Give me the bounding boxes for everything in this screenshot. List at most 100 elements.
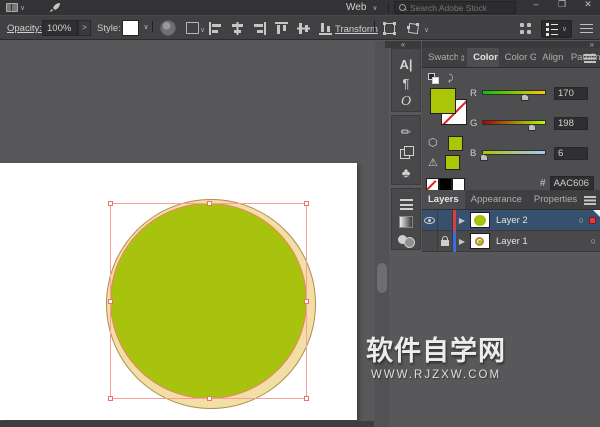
selection-indicator[interactable] [589, 217, 596, 224]
green-slider-thumb[interactable] [528, 124, 536, 131]
selection-handle-nw[interactable] [108, 201, 113, 206]
panel-menu-icon[interactable] [584, 54, 596, 63]
layer-row-layer2[interactable]: ▶ Layer 2 ○ [422, 210, 600, 231]
collapse-panel-dock-button[interactable]: » [422, 41, 600, 48]
selection-handle-sw[interactable] [108, 396, 113, 401]
paragraph-panel-icon[interactable]: ¶ [395, 74, 417, 93]
tab-appearance[interactable]: Appearance [465, 190, 528, 209]
style-swatch[interactable] [122, 20, 139, 36]
selection-handle-w[interactable] [108, 299, 113, 304]
layer-thumbnail[interactable] [470, 212, 490, 228]
right-panel-dock: Swatch ⇕ Color Color G Align Pathfin ⤸ ⬡… [422, 48, 600, 427]
gradient-panel-icon[interactable] [395, 213, 417, 231]
document-setup-globe-icon[interactable] [160, 20, 176, 36]
selection-handle-ne[interactable] [304, 201, 309, 206]
opacity-label[interactable]: Opacity: [7, 23, 42, 34]
transform-link[interactable]: Transform [335, 24, 378, 35]
chevron-down-icon[interactable]: ∨ [424, 26, 429, 34]
layer-name[interactable]: Layer 1 [496, 236, 528, 247]
fill-swatch[interactable] [430, 88, 456, 114]
selection-handle-s[interactable] [207, 396, 212, 401]
close-button[interactable]: ✕ [580, 0, 596, 9]
graphic-styles-panel-icon[interactable] [395, 142, 417, 162]
tab-color-guide[interactable]: Color G [499, 48, 537, 67]
bounding-box-icon[interactable] [382, 21, 397, 36]
layer-name[interactable]: Layer 2 [496, 215, 528, 226]
tab-color[interactable]: Color [467, 48, 498, 67]
hex-value-field[interactable]: AAC606 [550, 176, 594, 190]
disclosure-icon[interactable]: ▶ [456, 237, 468, 246]
free-transform-icon[interactable] [406, 21, 421, 36]
appearance-panel-group: ····· [391, 188, 421, 250]
default-fill-stroke-icon[interactable] [428, 73, 441, 84]
hex-row: # AAC606 [540, 176, 594, 190]
tab-align[interactable]: Align [536, 48, 565, 67]
swap-fill-stroke-icon[interactable]: ⤸ [448, 73, 453, 84]
adobe-stock-search[interactable] [394, 1, 516, 14]
style-label: Style: [97, 23, 121, 34]
color-panel-tabbar: Swatch ⇕ Color Color G Align Pathfin [422, 48, 600, 68]
layer-thumbnail[interactable] [470, 233, 490, 249]
align-top-button[interactable] [274, 21, 289, 36]
layout-switcher-icon[interactable]: ∨ [6, 3, 25, 12]
collapse-icon-dock-button[interactable]: « [385, 41, 421, 48]
target-circle-icon[interactable]: ○ [579, 215, 584, 225]
tab-swatches[interactable]: Swatch [422, 48, 458, 67]
character-panel-icon[interactable]: A| [395, 55, 417, 74]
lock-toggle[interactable] [438, 231, 453, 252]
restore-button[interactable]: ❐ [554, 0, 570, 9]
opentype-panel-icon[interactable]: O [395, 92, 417, 111]
chevron-down-icon[interactable]: ∨ [200, 26, 205, 34]
panel-options-toggle[interactable]: ∨ [541, 20, 572, 38]
visibility-toggle[interactable] [422, 210, 438, 231]
target-circle-icon[interactable]: ○ [591, 236, 596, 246]
align-bottom-button[interactable] [318, 21, 333, 36]
all-tools-icon[interactable] [519, 22, 533, 36]
tab-layers[interactable]: Layers [422, 190, 465, 209]
selection-handle-n[interactable] [207, 201, 212, 206]
web-safe-color-swatch[interactable] [448, 136, 463, 151]
selection-handle-se[interactable] [304, 396, 309, 401]
lock-toggle[interactable] [438, 210, 453, 231]
vertical-scrollbar-thumb[interactable] [377, 263, 387, 293]
blue-value-field[interactable]: 6 [554, 147, 588, 160]
red-channel-row: R 170 [470, 86, 596, 100]
minimize-button[interactable]: – [528, 0, 544, 9]
selection-handle-e[interactable] [304, 299, 309, 304]
align-vcenter-button[interactable] [296, 21, 311, 36]
lock-icon [441, 240, 449, 246]
document-options-icon[interactable] [186, 22, 199, 34]
out-of-gamut-warning-icon[interactable]: ⚠ [428, 156, 438, 169]
red-slider-thumb[interactable] [521, 94, 529, 101]
red-value-field[interactable]: 170 [554, 87, 588, 100]
opacity-field[interactable]: 100% [42, 20, 78, 36]
green-value-field[interactable]: 198 [554, 117, 588, 130]
web-safe-color-icon[interactable]: ⬡ [428, 137, 441, 150]
in-gamut-color-swatch[interactable] [445, 155, 460, 170]
disclosure-icon[interactable]: ▶ [456, 216, 468, 225]
transparency-panel-icon[interactable] [395, 231, 417, 249]
align-left-button[interactable] [208, 21, 223, 36]
tab-properties[interactable]: Properties [528, 190, 583, 209]
workspace-switcher[interactable]: Web ∨ [338, 0, 386, 15]
brushes-panel-icon[interactable]: ✎ [395, 122, 417, 142]
green-channel-row: G 198 [470, 116, 596, 130]
hash-label: # [540, 178, 546, 189]
red-slider[interactable] [482, 90, 546, 95]
visibility-toggle[interactable] [422, 231, 438, 252]
search-input[interactable] [410, 3, 510, 13]
menu-list-icon[interactable] [580, 23, 594, 35]
panel-menu-icon[interactable] [584, 196, 596, 205]
layer-row-layer1[interactable]: ▶ Layer 1 ○ [422, 231, 600, 252]
style-dropdown-chevron-icon[interactable]: ∨ [140, 20, 152, 36]
opacity-stepper[interactable]: > [78, 20, 91, 36]
align-right-button[interactable] [252, 21, 267, 36]
green-slider[interactable] [482, 120, 546, 125]
align-hcenter-button[interactable] [230, 21, 245, 36]
blue-slider[interactable] [482, 150, 546, 155]
horizontal-scrollbar[interactable] [0, 421, 374, 427]
control-bar-right: ∨ [519, 20, 594, 38]
symbols-panel-icon[interactable]: ♣ [395, 162, 417, 182]
stroke-panel-icon[interactable] [395, 195, 417, 213]
gpu-performance-icon[interactable] [49, 2, 62, 14]
